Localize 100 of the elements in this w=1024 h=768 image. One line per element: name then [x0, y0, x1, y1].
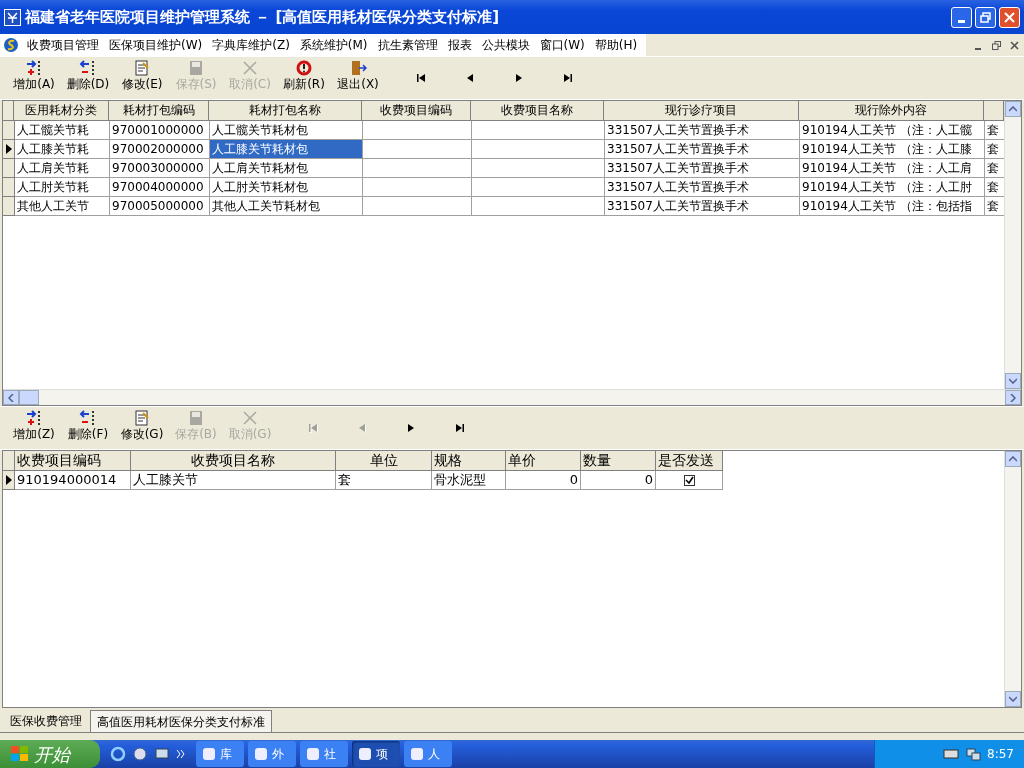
- table-cell: 910194000014: [15, 471, 131, 490]
- scroll-thumb[interactable]: [19, 390, 39, 405]
- table-cell: 人工肩关节耗材包: [210, 159, 363, 178]
- table-cell: 人工肩关节耗: [15, 159, 110, 178]
- table-cell: 331507人工关节置换手术: [605, 159, 800, 178]
- desktop-icon[interactable]: [154, 746, 170, 762]
- restore-button[interactable]: [975, 6, 996, 28]
- column-header[interactable]: 收费项目编码: [362, 101, 471, 121]
- column-header[interactable]: 耗材打包名称: [209, 101, 362, 121]
- table-cell: 套: [336, 471, 432, 490]
- close-icon: [241, 59, 259, 77]
- app-icon: [202, 747, 216, 761]
- table-cell: 910194人工关节 （注：人工髋: [800, 121, 985, 140]
- door-exit-icon: [349, 59, 367, 77]
- refresh-icon: [295, 59, 313, 77]
- delete-icon: [79, 409, 97, 427]
- vertical-scrollbar[interactable]: [1004, 101, 1021, 389]
- current-row-icon: [5, 475, 12, 485]
- column-header[interactable]: 现行诊疗项目: [604, 101, 799, 121]
- add-icon: [25, 409, 43, 427]
- column-header[interactable]: 收费项目名称: [471, 101, 604, 121]
- close-icon: [241, 409, 259, 427]
- table-cell: 970003000000: [110, 159, 210, 178]
- column-header[interactable]: 医用耗材分类: [14, 101, 109, 121]
- document-icon: [133, 409, 151, 427]
- restore-icon: [991, 40, 1001, 50]
- menu-item[interactable]: 报表: [442, 36, 477, 54]
- column-header[interactable]: 单位: [336, 451, 432, 471]
- window-title: 福建省老年医院项目维护管理系统 － [高值医用耗材医保分类支付标准]: [25, 6, 500, 28]
- menu-item[interactable]: 系统维护(M): [294, 36, 373, 54]
- toolbar-button[interactable]: 增加(A): [8, 59, 60, 97]
- checkbox[interactable]: [683, 474, 695, 486]
- table-cell: 其他人工关节: [15, 197, 110, 216]
- table-cell: 970001000000: [110, 121, 210, 140]
- toolbar-button[interactable]: 增加(Z): [8, 409, 60, 447]
- menu-item[interactable]: 公共模块: [476, 36, 535, 54]
- vertical-scrollbar[interactable]: [1004, 451, 1021, 707]
- table-cell: 910194人工关节 （注：包括指: [800, 197, 985, 216]
- document-icon: [133, 59, 151, 77]
- app-icon: [306, 747, 320, 761]
- column-header[interactable]: 规格: [432, 451, 506, 471]
- toolbar-button[interactable]: 修改(G): [116, 409, 168, 447]
- menu-item[interactable]: 字典库维护(Z): [207, 36, 295, 54]
- taskbar-button[interactable]: 人: [404, 741, 452, 767]
- tab[interactable]: 高值医用耗材医保分类支付标准: [90, 710, 272, 732]
- table-cell: 331507人工关节置换手术: [605, 178, 800, 197]
- column-header[interactable]: 单价: [506, 451, 581, 471]
- app-icon: [254, 747, 268, 761]
- table-cell: 骨水泥型: [432, 471, 506, 490]
- taskbar-button[interactable]: 项: [352, 741, 400, 767]
- table-cell: 人工髋关节耗: [15, 121, 110, 140]
- menu-item[interactable]: 抗生素管理: [372, 36, 443, 54]
- taskbar-button[interactable]: 外: [248, 741, 296, 767]
- table-cell: 331507人工关节置换手术: [605, 140, 800, 159]
- current-row-icon: [5, 144, 12, 154]
- table-cell: 331507人工关节置换手术: [605, 121, 800, 140]
- toolbar-button[interactable]: 删除(F): [62, 409, 114, 447]
- app-icon: [358, 747, 372, 761]
- column-header[interactable]: [984, 101, 1004, 121]
- menu-item[interactable]: 医保项目维护(W): [104, 36, 208, 54]
- toolbar-button[interactable]: 删除(D): [62, 59, 114, 97]
- column-header[interactable]: 耗材打包编码: [109, 101, 209, 121]
- close-icon: [1004, 11, 1015, 23]
- table-cell: 人工膝关节: [131, 471, 336, 490]
- table-cell: 人工膝关节耗: [15, 140, 110, 159]
- windows-logo-icon: [10, 745, 30, 763]
- menu-item[interactable]: 收费项目管理: [22, 36, 104, 54]
- delete-icon: [79, 59, 97, 77]
- column-header[interactable]: 收费项目编码: [15, 451, 131, 471]
- table-cell: 970004000000: [110, 178, 210, 197]
- app-logo-icon: [3, 37, 19, 53]
- toolbar-button[interactable]: 修改(E): [116, 59, 168, 97]
- add-icon: [25, 59, 43, 77]
- tab[interactable]: 医保收费管理: [4, 710, 88, 732]
- close-icon: [1009, 40, 1019, 50]
- taskbar-button[interactable]: 库: [196, 741, 244, 767]
- table-cell: 人工肘关节耗材包: [210, 178, 363, 197]
- toolbar-button[interactable]: 退出(X): [332, 59, 384, 97]
- table-cell: 910194人工关节 （注：人工膝: [800, 140, 985, 159]
- column-header[interactable]: 数量: [581, 451, 656, 471]
- minimize-button[interactable]: [951, 6, 972, 28]
- chevron-icon[interactable]: [176, 749, 186, 759]
- toolbar-button[interactable]: 刷新(R): [278, 59, 330, 97]
- column-header[interactable]: 现行除外内容: [799, 101, 984, 121]
- column-header[interactable]: 是否发送: [656, 451, 723, 471]
- table-cell: 0: [506, 471, 581, 490]
- table-cell: 其他人工关节耗材包: [210, 197, 363, 216]
- table-cell: 人工膝关节耗材包: [210, 140, 363, 159]
- menu-item[interactable]: 窗口(W): [534, 36, 590, 54]
- app-icon: [4, 8, 21, 26]
- app-icon: [410, 747, 424, 761]
- table-cell: 331507人工关节置换手术: [605, 197, 800, 216]
- table-cell: 910194人工关节 （注：人工肘: [800, 178, 985, 197]
- close-button[interactable]: [999, 6, 1020, 28]
- horizontal-scrollbar[interactable]: [3, 389, 1021, 405]
- clock: 8:57: [987, 746, 1014, 763]
- menu-item[interactable]: 帮助(H): [589, 36, 643, 54]
- column-header[interactable]: 收费项目名称: [131, 451, 336, 471]
- table-cell: 910194人工关节 （注：人工肩: [800, 159, 985, 178]
- taskbar-button[interactable]: 社: [300, 741, 348, 767]
